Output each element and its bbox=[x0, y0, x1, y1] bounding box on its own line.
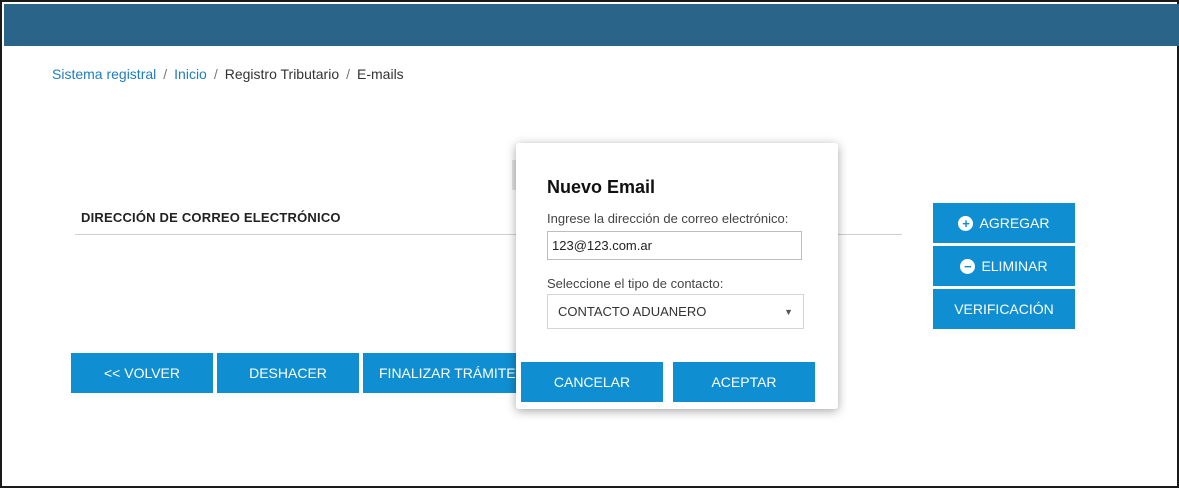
email-input[interactable] bbox=[547, 231, 802, 260]
breadcrumb-separator: / bbox=[346, 66, 351, 82]
breadcrumb-separator: / bbox=[213, 66, 218, 82]
breadcrumb-item-emails: E-mails bbox=[357, 66, 404, 82]
email-column-header: DIRECCIÓN DE CORREO ELECTRÓNICO bbox=[81, 210, 341, 225]
top-header-bar bbox=[4, 4, 1179, 46]
contact-type-select[interactable]: CONTACTO ADUANERO ▼ bbox=[547, 294, 804, 329]
volver-button[interactable]: << VOLVER bbox=[71, 353, 213, 393]
plus-circle-icon: + bbox=[958, 215, 974, 231]
nuevo-email-dialog: Nuevo Email Ingrese la dirección de corr… bbox=[516, 143, 838, 409]
email-field-label: Ingrese la dirección de correo electróni… bbox=[547, 211, 789, 226]
chevron-down-icon: ▼ bbox=[784, 307, 793, 317]
aceptar-button[interactable]: ACEPTAR bbox=[673, 362, 815, 402]
breadcrumb-item-registro-tributario: Registro Tributario bbox=[224, 66, 340, 82]
breadcrumb: Sistema registral / Inicio / Registro Tribut… bbox=[52, 66, 404, 82]
agregar-button[interactable]: + AGREGAR bbox=[933, 203, 1075, 243]
breadcrumb-link-sistema-registral[interactable]: Sistema registral bbox=[52, 66, 156, 82]
verificacion-button[interactable]: VERIFICACIÓN bbox=[933, 289, 1075, 329]
finalizar-tramite-button[interactable]: FINALIZAR TRÁMITE bbox=[363, 353, 523, 393]
breadcrumb-link-inicio[interactable]: Inicio bbox=[174, 66, 207, 82]
eliminar-button[interactable]: − ELIMINAR bbox=[933, 246, 1075, 286]
contact-type-selected-value: CONTACTO ADUANERO bbox=[558, 304, 707, 319]
cancelar-button[interactable]: CANCELAR bbox=[521, 362, 663, 402]
contact-type-label: Seleccione el tipo de contacto: bbox=[547, 276, 724, 291]
dialog-title: Nuevo Email bbox=[547, 177, 656, 197]
agregar-button-label: AGREGAR bbox=[979, 215, 1050, 231]
minus-circle-icon: − bbox=[960, 258, 976, 274]
deshacer-button[interactable]: DESHACER bbox=[217, 353, 359, 393]
eliminar-button-label: ELIMINAR bbox=[981, 258, 1048, 274]
breadcrumb-separator: / bbox=[163, 66, 168, 82]
